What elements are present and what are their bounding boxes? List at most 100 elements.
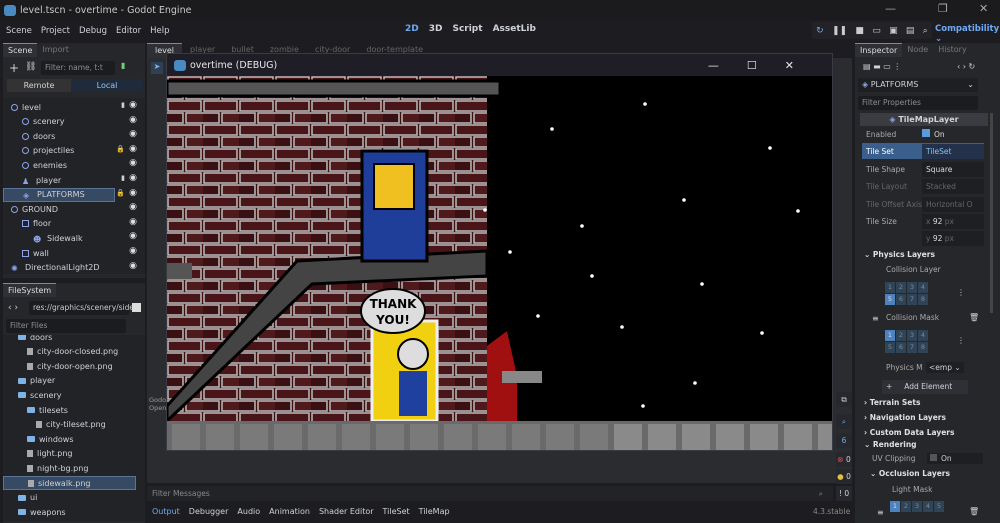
tree-node[interactable]: ☻ Sidewalk (3, 231, 83, 245)
pause-icon[interactable]: ❚❚ (832, 26, 847, 36)
inspector-scrollbar[interactable] (990, 113, 993, 313)
tree-node[interactable]: scenery (3, 115, 65, 129)
script-add-icon[interactable]: ▮ (121, 61, 125, 70)
visibility-icon[interactable]: ◉ (129, 100, 137, 110)
play-custom-icon[interactable]: ⌕ (923, 26, 928, 36)
layer-bit[interactable]: 5 (885, 342, 895, 353)
drag-handle-icon[interactable]: ≡ (877, 508, 884, 517)
tree-node[interactable]: enemies (3, 158, 67, 172)
file-item[interactable]: city-door-open.png (3, 359, 113, 373)
game-window[interactable]: overtime (DEBUG) — ☐ ✕ THANK YOU! (165, 53, 846, 451)
file-item[interactable]: player (3, 374, 55, 388)
tree-node[interactable]: doors (3, 129, 55, 143)
tree-node[interactable]: ◈ PLATFORMS (3, 187, 115, 202)
game-close-button[interactable]: ✕ (785, 59, 794, 72)
drag-handle-icon[interactable]: ≡ (872, 314, 879, 323)
custom-data-layers-section[interactable]: › Custom Data Layers (864, 428, 954, 437)
close-button[interactable]: ✕ (979, 2, 988, 15)
terrain-sets-section[interactable]: › Terrain Sets (864, 398, 920, 407)
layer-bit[interactable]: 4 (918, 282, 928, 293)
more-icon[interactable]: ⋮ (957, 288, 965, 297)
property-filter-input[interactable]: Filter Properties (858, 96, 978, 110)
tab-debugger[interactable]: Debugger (189, 507, 229, 516)
file-item[interactable]: light.png (3, 447, 73, 461)
layer-bit[interactable]: 2 (901, 501, 911, 512)
tab-node[interactable]: Node (902, 43, 933, 57)
trash-icon[interactable]: 🗑 (969, 313, 979, 322)
visibility-icon[interactable]: ◉ (129, 173, 137, 183)
layer-bit[interactable]: 4 (923, 501, 933, 512)
path-input[interactable]: res://graphics/scenery/side (29, 301, 134, 315)
collision-mask-grid[interactable]: 1234 5678 (885, 330, 928, 353)
tab-filesystem[interactable]: FileSystem (3, 283, 57, 297)
visibility-icon[interactable]: ◉ (129, 202, 137, 212)
copy-icon[interactable]: ⧉ (836, 392, 852, 407)
layer-bit[interactable]: 2 (896, 330, 906, 341)
tree-node[interactable]: level (3, 100, 41, 114)
remote-tab[interactable]: Remote (7, 79, 71, 92)
file-item[interactable]: weapons (3, 505, 66, 519)
tile-layout-select[interactable]: Stacked (922, 178, 984, 194)
collision-layer-grid[interactable]: 1234 5678 (885, 282, 928, 305)
visibility-icon[interactable]: ◉ (129, 144, 137, 154)
tab-scene[interactable]: Scene (3, 43, 38, 57)
errors-toggle[interactable]: ⊗ 0 (836, 452, 852, 467)
more-icon[interactable]: ⋮ (957, 336, 965, 345)
node-path-select[interactable]: ◈ PLATFORMS ⌄ (858, 78, 978, 92)
occlusion-layers-section[interactable]: ⌄ Occlusion Layers (870, 469, 950, 478)
file-item[interactable]: tilesets (3, 403, 68, 417)
uv-clipping-checkbox[interactable]: On (927, 453, 983, 464)
visibility-icon[interactable]: ◉ (129, 217, 137, 227)
enabled-checkbox[interactable]: On (922, 129, 945, 139)
visibility-icon[interactable]: ◉ (129, 158, 137, 168)
layer-bit[interactable]: 5 (885, 294, 895, 305)
messages-toggle[interactable]: ! 0 (836, 486, 852, 501)
trash-icon[interactable]: 🗑 (969, 507, 979, 516)
file-item[interactable]: city-tileset.png (3, 418, 106, 432)
tab-animation[interactable]: Animation (269, 507, 310, 516)
movie-icon[interactable]: ▣ (889, 26, 898, 36)
tab-output[interactable]: Output (152, 507, 180, 516)
visibility-icon[interactable]: ◉ (129, 129, 137, 139)
game-maximize-button[interactable]: ☐ (747, 59, 757, 72)
script-icon[interactable]: ▮ (121, 101, 125, 109)
tab-tilemap[interactable]: TileMap (419, 507, 450, 516)
visibility-icon[interactable]: ◉ (129, 188, 137, 198)
menu-debug[interactable]: Debug (79, 26, 107, 36)
tree-node[interactable]: GROUND (3, 202, 58, 216)
search-output-icon[interactable]: ⌕ (836, 414, 852, 429)
local-tab[interactable]: Local (71, 79, 143, 92)
tile-shape-select[interactable]: Square (922, 161, 984, 177)
menu-project[interactable]: Project (41, 26, 70, 36)
mode-assetlib[interactable]: AssetLib (493, 24, 536, 34)
filter-messages-input[interactable]: Filter Messages ⌕ (147, 486, 833, 501)
file-item[interactable]: ui (3, 491, 37, 505)
tile-size-y[interactable]: y 92 px (922, 230, 984, 246)
visibility-icon[interactable]: ◉ (129, 115, 137, 125)
game-minimize-button[interactable]: — (708, 59, 719, 72)
script-icon[interactable]: ▮ (121, 174, 125, 182)
new-resource-icon[interactable]: ▤ ▬ ▭ ⋮ (863, 62, 901, 71)
link-icon[interactable]: ⛓ (25, 62, 36, 72)
add-element-button[interactable]: + Add Element (882, 380, 968, 394)
file-item[interactable]: windows (3, 432, 74, 446)
filter-count[interactable]: 6 (836, 433, 852, 448)
add-node-icon[interactable]: + (9, 61, 19, 75)
lock-icon[interactable]: 🔒 (116, 189, 125, 197)
layer-bit[interactable]: 1 (885, 282, 895, 293)
layer-bit[interactable]: 5 (934, 501, 944, 512)
layer-bit[interactable]: 6 (896, 342, 906, 353)
menu-help[interactable]: Help (150, 26, 169, 36)
layer-bit[interactable]: 3 (912, 501, 922, 512)
layer-bit[interactable]: 7 (907, 342, 917, 353)
node-filter-input[interactable]: Filter: name, t:t (41, 61, 115, 75)
tab-tileset[interactable]: TileSet (383, 507, 410, 516)
physics-material-select[interactable]: <emp ⌄ (926, 362, 964, 373)
layer-bit[interactable]: 8 (918, 342, 928, 353)
history-nav-icon[interactable]: ‹ › ↻ (957, 62, 975, 71)
remote-debug-icon[interactable]: ▭ (872, 26, 881, 36)
tab-audio[interactable]: Audio (237, 507, 260, 516)
tab-import[interactable]: Import (37, 43, 74, 57)
select-tool-icon[interactable]: ➤ (151, 62, 163, 74)
tree-node[interactable]: floor (3, 217, 51, 231)
